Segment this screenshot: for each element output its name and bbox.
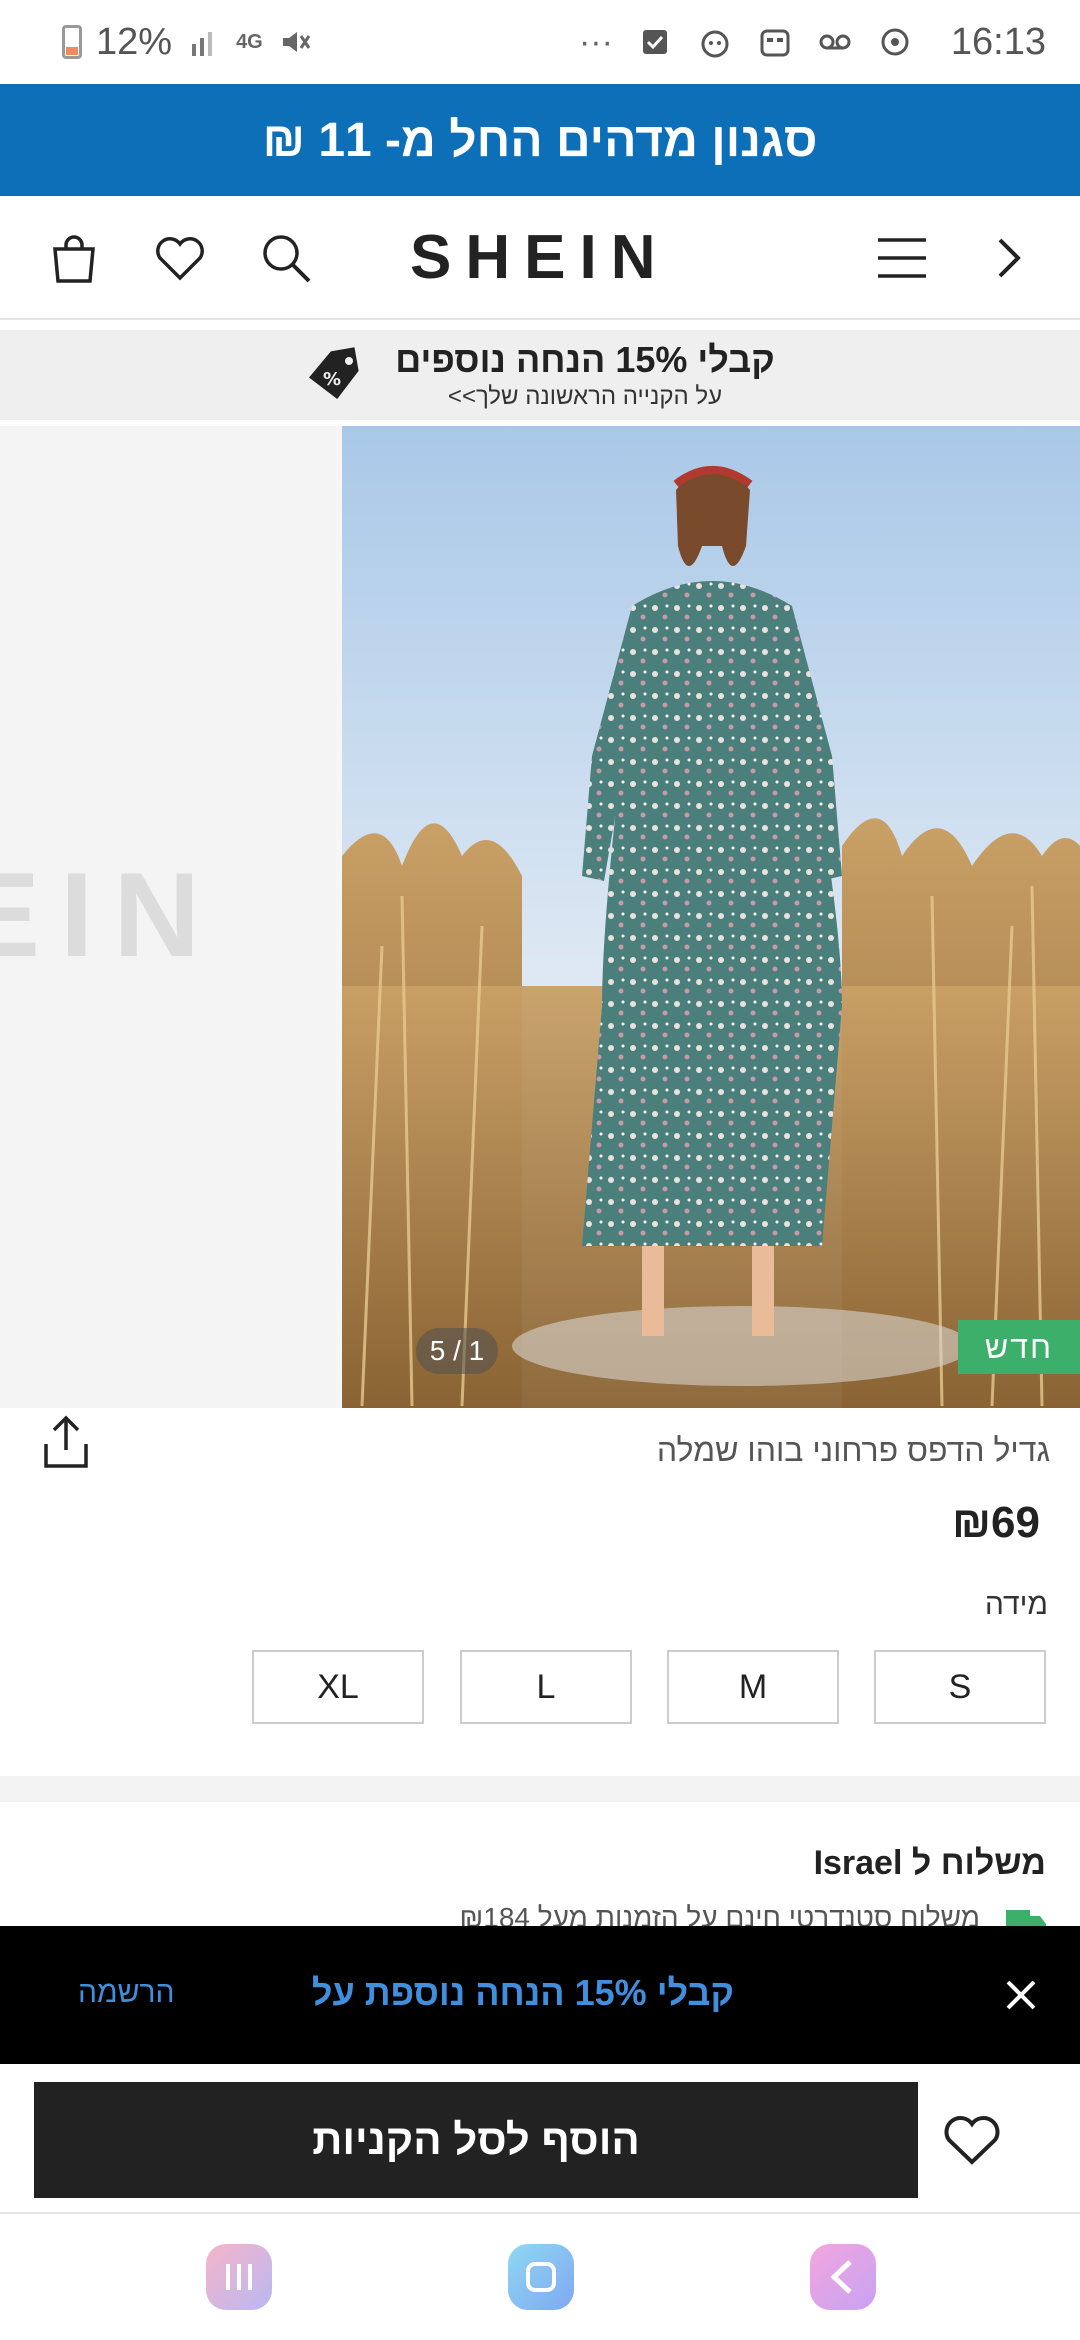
- mute-icon: [282, 32, 310, 52]
- emoji-icon: [760, 29, 790, 57]
- status-left: 12% 4G: [62, 21, 313, 64]
- shein-logo[interactable]: SHEIN: [410, 222, 669, 293]
- sync-icon: [881, 28, 909, 56]
- recent-apps-icon: [226, 2264, 252, 2290]
- discount-strip[interactable]: % קבלי 15% הנחה נוספים על הקנייה הראשונה…: [0, 330, 1080, 420]
- discount-text: קבלי 15% הנחה נוספים על הקנייה הראשונה ש…: [395, 339, 774, 411]
- clock: 16:13: [950, 20, 1046, 63]
- back-button[interactable]: [810, 2244, 876, 2310]
- shipping-title: משלוח ל Israel: [813, 1844, 1046, 1882]
- size-option-s[interactable]: S: [874, 1650, 1046, 1724]
- image-counter: 5 / 1: [416, 1328, 498, 1374]
- voicemail-icon: [819, 34, 851, 50]
- battery-icon: [62, 25, 82, 59]
- cart-button[interactable]: [42, 226, 106, 290]
- signup-offer-text: קבלי 15% הנחה נוספת על: [311, 1972, 734, 2013]
- more-dots-icon: ···: [578, 22, 613, 61]
- close-icon: [1006, 1980, 1036, 2010]
- wishlist-button[interactable]: [148, 226, 212, 290]
- signup-link[interactable]: הרשמה: [78, 1976, 175, 2010]
- heart-icon: [156, 237, 204, 281]
- wishlist-add-button[interactable]: [940, 2108, 1004, 2172]
- promo-banner[interactable]: סגנון מדהים החל מ- 11 ₪: [0, 84, 1080, 196]
- home-icon: [526, 2262, 556, 2292]
- close-button[interactable]: [996, 1970, 1046, 2020]
- product-price: ₪69: [952, 1498, 1040, 1547]
- status-right: ··· 16:13: [579, 21, 1046, 64]
- share-icon: [44, 1415, 88, 1468]
- app-icon: [701, 30, 729, 58]
- shein-watermark: EIN: [0, 848, 221, 982]
- data-4g-icon: 4G: [236, 30, 263, 53]
- action-bar: הוסף לסל הקניות: [0, 2064, 1080, 2214]
- chevron-right-icon: [998, 238, 1021, 278]
- system-nav-bar: [0, 2214, 1080, 2340]
- section-divider: [0, 1776, 1080, 1802]
- signal-icon: [192, 32, 213, 56]
- signup-bar: קבלי 15% הנחה נוספת על הרשמה: [0, 1926, 1080, 2064]
- size-option-xl[interactable]: XL: [252, 1650, 424, 1724]
- discount-sub: על הקנייה הראשונה שלך>>: [447, 383, 723, 410]
- search-icon: [263, 235, 311, 283]
- menu-icon: [878, 238, 926, 278]
- shipping-subtitle: משלוח סטנדרטי חינם על הזמנות מעל ₪184: [459, 1902, 980, 1926]
- battery-percent: 12%: [96, 20, 173, 63]
- size-option-m[interactable]: M: [667, 1650, 839, 1724]
- new-badge: חדש: [958, 1320, 1080, 1374]
- share-button[interactable]: [36, 1414, 96, 1474]
- discount-tag-icon: %: [309, 347, 359, 399]
- size-label: מידה: [984, 1588, 1048, 1621]
- svg-text:%: %: [323, 369, 341, 390]
- status-bar: 12% 4G ··· 16:13: [0, 0, 1080, 84]
- truck-icon: [1004, 1902, 1048, 1926]
- cart-icon: [53, 235, 95, 283]
- checkbox-icon: [642, 30, 667, 54]
- recent-apps-button[interactable]: [206, 2244, 272, 2310]
- add-to-cart-button[interactable]: הוסף לסל הקניות: [34, 2082, 918, 2198]
- back-icon: [830, 2260, 852, 2294]
- discount-main: קבלי 15% הנחה נוספים: [395, 339, 775, 380]
- heart-icon: [944, 2116, 1000, 2165]
- search-button[interactable]: [254, 226, 318, 290]
- top-header: SHEIN: [0, 196, 1080, 320]
- back-forward-button[interactable]: [976, 226, 1040, 290]
- promo-banner-text: סגנון מדהים החל מ- 11 ₪: [262, 113, 818, 167]
- product-title: גדיל הדפס פרחוני בוהו שמלה: [656, 1432, 1050, 1468]
- product-photo: [342, 426, 1080, 1408]
- gallery-main-image[interactable]: חדש: [342, 426, 1080, 1408]
- home-button[interactable]: [508, 2244, 574, 2310]
- size-option-l[interactable]: L: [460, 1650, 632, 1724]
- product-gallery[interactable]: EIN חדש 5 / 1: [0, 426, 1080, 1408]
- gallery-prev-image[interactable]: EIN: [0, 426, 336, 1408]
- menu-button[interactable]: [870, 226, 934, 290]
